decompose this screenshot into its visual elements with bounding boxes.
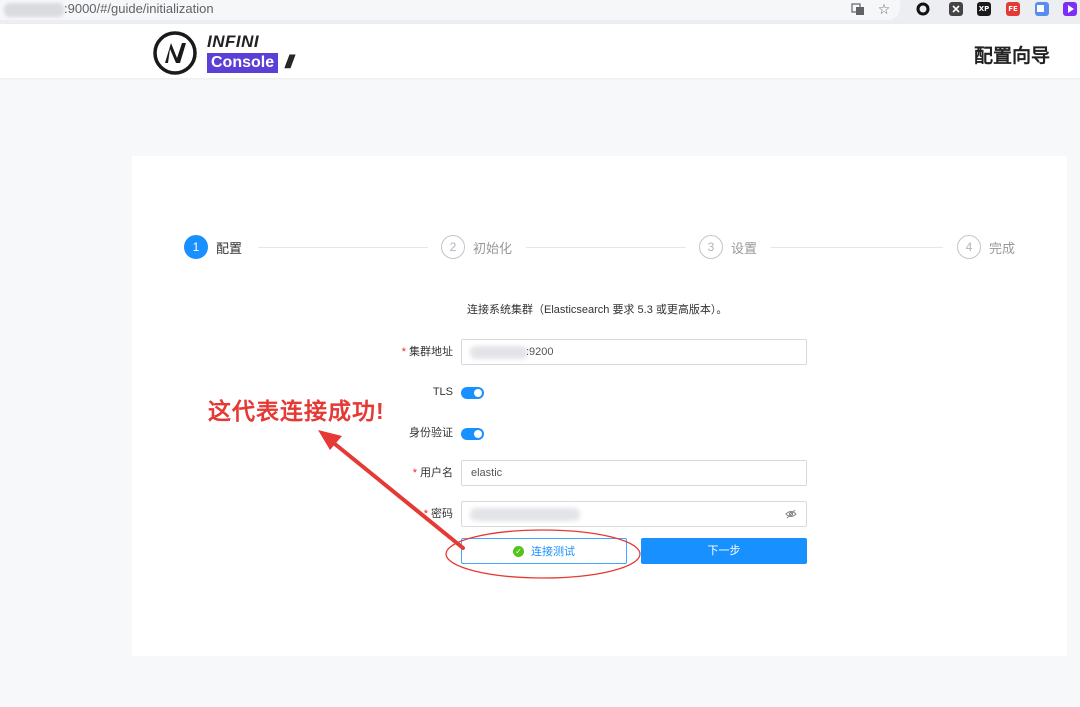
url-host-blurred [4,3,64,17]
extension-translate-icon[interactable] [1035,2,1049,16]
username-input[interactable]: elastic [461,460,807,486]
step-label: 初始化 [473,240,513,256]
password-label: * 密码 [353,501,453,527]
step-initialize: 2 初始化 [441,235,512,259]
cluster-address-value: :9200 [526,346,554,358]
auth-toggle[interactable] [461,428,484,440]
step-connector [526,247,686,248]
browser-toolbar: :9000/#/guide/initialization ☆ XP FE [0,0,1080,24]
app-header: INFINI Console /// 配置向导 [0,24,1080,78]
step-label: 设置 [731,240,758,256]
logo-infini-text: INFINI [207,32,260,51]
step-settings: 3 设置 [699,235,757,259]
extension-play-icon[interactable] [1063,2,1077,16]
extension-x-icon[interactable] [949,2,963,16]
step-number: 2 [441,235,465,259]
step-number: 3 [699,235,723,259]
step-label: 完成 [989,240,1016,256]
translate-icon[interactable] [851,2,865,16]
step-number: 1 [184,235,208,259]
cluster-host-blurred [470,346,528,359]
required-mark: * [423,508,428,520]
cluster-address-label: * 集群地址 [353,339,453,365]
infini-logo-icon[interactable] [152,30,198,76]
extension-circle-icon[interactable] [916,2,930,16]
next-step-button[interactable]: 下一步 [641,538,807,564]
logo-console-text: Console [207,53,279,73]
password-label-text: 密码 [431,508,453,520]
tls-toggle[interactable] [461,387,484,399]
step-config: 1 配置 [184,235,242,259]
cluster-address-input[interactable]: :9200 [461,339,807,365]
address-bar[interactable]: :9000/#/guide/initialization [0,0,900,20]
password-input[interactable] [461,501,807,527]
extension-fe-icon[interactable]: FE [1006,2,1020,16]
step-complete: 4 完成 [957,235,1015,259]
form-intro-text: 连接系统集群（Elasticsearch 要求 5.3 或更高版本）。 [467,304,728,316]
required-mark: * [401,346,406,358]
eye-invisible-icon[interactable] [785,508,797,520]
step-label: 配置 [216,240,243,256]
step-connector [258,247,428,248]
username-label-text: 用户名 [420,467,453,479]
step-connector [771,247,943,248]
check-circle-icon: ✓ [513,545,524,557]
step-number: 4 [957,235,981,259]
required-mark: * [412,467,417,479]
extension-xp-icon[interactable]: XP [977,2,991,16]
username-label: * 用户名 [353,460,453,486]
cluster-address-label-text: 集群地址 [409,346,453,358]
annotation-text: 这代表连接成功! [208,398,385,424]
connection-test-label: 连接测试 [531,546,575,558]
page-title: 配置向导 [973,46,1050,67]
connection-test-button[interactable]: ✓ 连接测试 [461,538,627,564]
password-blurred [470,508,580,521]
logo-slashes: /// [285,52,294,72]
url-text[interactable]: :9000/#/guide/initialization [64,1,214,17]
bookmark-star-icon[interactable]: ☆ [877,2,891,16]
